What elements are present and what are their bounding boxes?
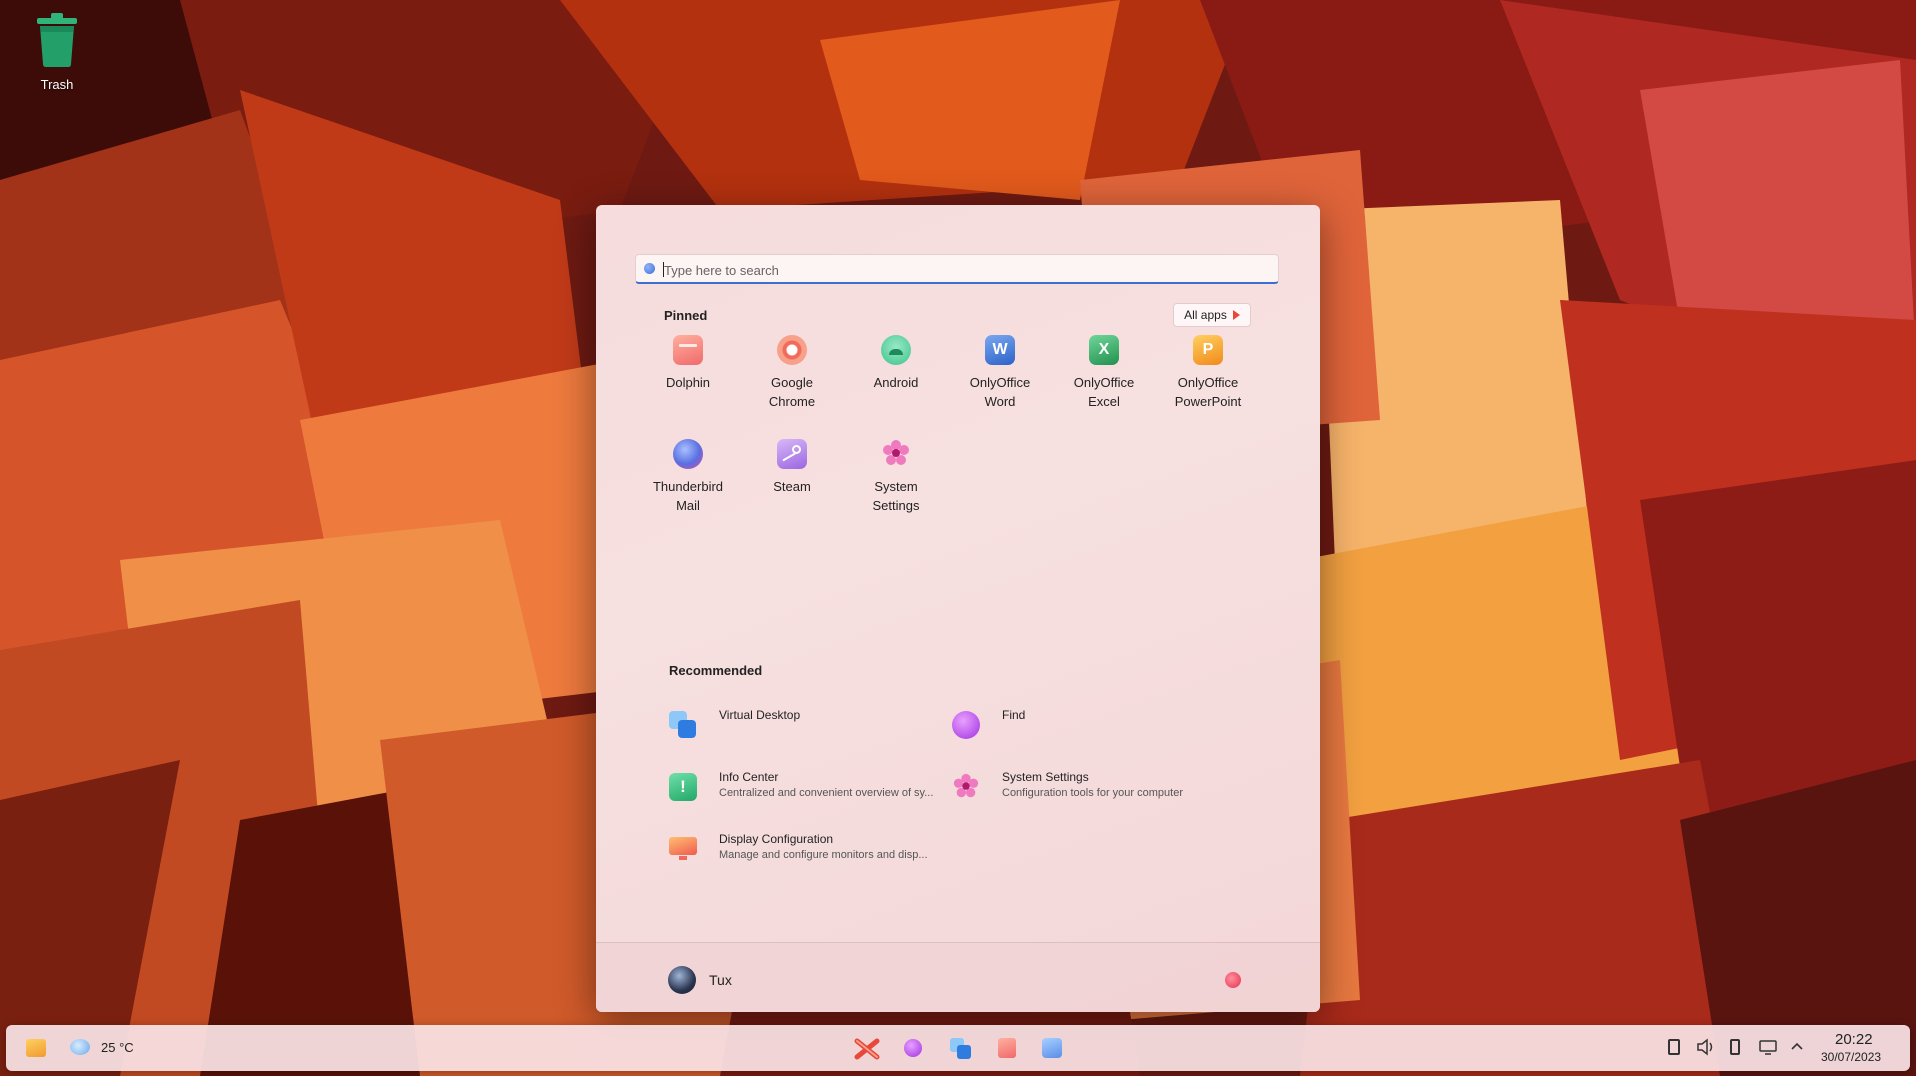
recommended-item-find[interactable]: Find <box>950 705 1220 749</box>
pinned-app-system-settings[interactable]: System Settings <box>844 429 948 529</box>
recommended-item-title: Find <box>1002 708 1026 722</box>
pinned-app-onlyoffice-powerpoint[interactable]: P OnlyOffice PowerPoint <box>1156 325 1260 425</box>
app-name: Android <box>873 375 919 390</box>
recommended-item-title: Display Configuration <box>719 832 834 846</box>
dolphin-icon <box>673 335 703 365</box>
app-name: OnlyOffice Word <box>969 375 1031 409</box>
word-icon: W <box>985 335 1015 365</box>
user-avatar[interactable] <box>668 966 696 994</box>
app-name: Thunderbird Mail <box>652 479 724 513</box>
desktop-icon-label: Trash <box>40 77 74 92</box>
recommended-title: Recommended <box>669 663 763 678</box>
chrome-icon <box>777 335 807 365</box>
steam-icon <box>777 439 807 469</box>
taskbar: 25 °C 20:22 30/07/2023 <box>6 1025 1910 1071</box>
all-apps-button[interactable]: All apps <box>1173 303 1251 327</box>
info-center-icon: ! <box>669 773 697 801</box>
virtual-desktop-icon[interactable] <box>950 1038 972 1060</box>
recommended-item-title: System Settings <box>1002 770 1089 784</box>
clock-time[interactable]: 20:22 <box>1835 1031 1873 1048</box>
recommended-item-system-settings[interactable]: System Settings Configuration tools for … <box>950 767 1220 811</box>
app-name: System Settings <box>872 479 920 513</box>
settings-flower-icon <box>883 440 909 465</box>
start-menu-button-icon[interactable] <box>854 1037 880 1061</box>
recommended-item-subtitle: Configuration tools for your computer <box>1002 787 1183 799</box>
weather-temperature[interactable]: 25 °C <box>101 1040 134 1055</box>
all-apps-label: All apps <box>1184 308 1227 322</box>
recommended-item-title: Info Center <box>719 770 779 784</box>
pinned-app-onlyoffice-excel[interactable]: X OnlyOffice Excel <box>1052 325 1156 425</box>
pinned-app-google-chrome[interactable]: Google Chrome <box>740 325 844 425</box>
pinned-app-android[interactable]: Android <box>844 325 948 425</box>
search-box[interactable] <box>635 254 1279 284</box>
excel-icon: X <box>1089 335 1119 365</box>
pinned-app-steam[interactable]: Steam <box>740 429 844 529</box>
chevron-right-icon <box>1232 310 1240 320</box>
recommended-item-display-configuration[interactable]: Display Configuration Manage and configu… <box>667 829 937 873</box>
android-icon <box>881 335 911 365</box>
app-name: Steam <box>773 479 811 494</box>
file-manager-icon[interactable] <box>26 1039 46 1057</box>
search-input[interactable] <box>662 257 1266 283</box>
recommended-item-subtitle: Manage and configure monitors and disp..… <box>719 849 928 861</box>
network-icon[interactable] <box>1758 1038 1778 1056</box>
search-icon <box>644 263 655 274</box>
power-icon[interactable] <box>1225 972 1241 988</box>
app-name: OnlyOffice Excel <box>1073 375 1135 409</box>
start-menu: Pinned All apps Dolphin GoogleChrome And… <box>596 205 1320 1012</box>
powerpoint-icon: P <box>1193 335 1223 365</box>
clipboard-icon[interactable] <box>1668 1039 1680 1055</box>
virtual-desktop-icon <box>669 711 697 739</box>
display-icon <box>669 835 697 863</box>
app-name: Google Chrome <box>768 375 816 409</box>
pinned-title: Pinned <box>664 308 708 323</box>
pinned-app-dolphin[interactable]: Dolphin <box>636 325 740 425</box>
volume-icon[interactable] <box>1696 1038 1716 1056</box>
find-icon <box>952 711 980 739</box>
pinned-app-onlyoffice-word[interactable]: W OnlyOffice Word <box>948 325 1052 425</box>
settings-flower-icon <box>953 773 979 798</box>
start-menu-footer: Tux <box>596 942 1320 1012</box>
dolphin-icon[interactable] <box>998 1038 1016 1058</box>
recommended-item-info-center[interactable]: ! Info Center Centralized and convenient… <box>667 767 937 811</box>
thunderbird-icon <box>673 439 703 469</box>
recommended-item-virtual-desktop[interactable]: Virtual Desktop <box>667 705 937 749</box>
weather-cloud-icon[interactable] <box>70 1039 90 1055</box>
recommended-item-title: Virtual Desktop <box>719 708 801 722</box>
pinned-app-thunderbird-mail[interactable]: Thunderbird Mail <box>636 429 740 529</box>
app-name: OnlyOffice PowerPoint <box>1174 375 1242 409</box>
clock-date[interactable]: 30/07/2023 <box>1821 1050 1881 1064</box>
find-icon[interactable] <box>904 1039 922 1057</box>
battery-icon[interactable] <box>1730 1039 1740 1055</box>
app-name: Dolphin <box>665 375 711 390</box>
discover-store-icon[interactable] <box>1042 1038 1062 1058</box>
user-name[interactable]: Tux <box>709 972 732 988</box>
desktop-icon-trash[interactable]: Trash <box>22 8 92 92</box>
chevron-up-icon[interactable] <box>1790 1040 1804 1052</box>
recommended-item-subtitle: Centralized and convenient overview of s… <box>719 787 934 799</box>
trash-icon <box>37 13 77 67</box>
